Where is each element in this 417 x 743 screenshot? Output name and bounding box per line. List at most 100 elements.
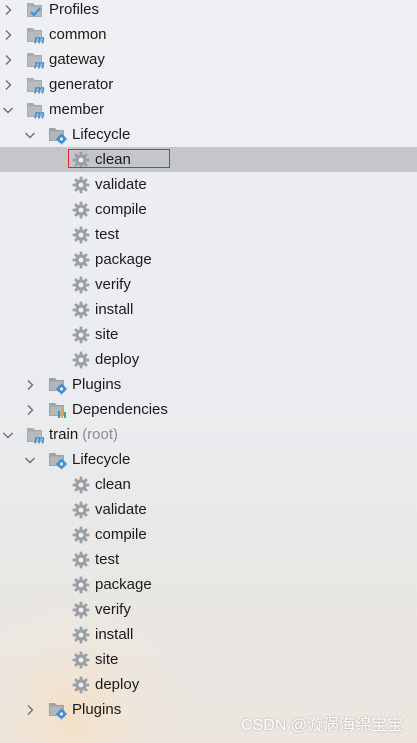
chevron-right-icon[interactable] (24, 378, 36, 390)
folder-gear-icon (48, 375, 68, 395)
maven-module-icon: m (25, 25, 45, 47)
tree-row-folder-gear-5[interactable]: Lifecycle (0, 122, 417, 147)
chevron-right-icon[interactable] (2, 28, 14, 40)
tree-row-label-text: install (95, 626, 134, 643)
tree-row-label: generator (49, 75, 113, 95)
tree-row-label-text: test (95, 226, 120, 243)
tree-row-label-text: train (49, 426, 79, 443)
tree-row-label: Plugins (72, 700, 121, 720)
gear-icon (71, 350, 91, 370)
chevron-right-icon[interactable] (2, 53, 14, 65)
chevron-down-icon[interactable] (2, 103, 14, 115)
tree-row-goal-21[interactable]: compile (0, 522, 417, 547)
tree-row-goal-11[interactable]: verify (0, 272, 417, 297)
chevron-right-icon[interactable] (2, 3, 14, 15)
tree-row-label: clean (95, 475, 131, 495)
tree-row-goal-25[interactable]: install (0, 622, 417, 647)
svg-text:m: m (34, 433, 45, 446)
folder-gear-icon (48, 450, 68, 470)
gear-icon (71, 600, 91, 620)
tree-row-profiles-0[interactable]: Profiles (0, 0, 417, 22)
gear-icon (71, 225, 91, 245)
tree-row-goal-22[interactable]: test (0, 547, 417, 572)
tree-row-label-text: Profiles (49, 1, 100, 18)
tree-row-label: gateway (49, 50, 105, 70)
gear-icon (71, 250, 91, 270)
tree-row-label-text: Dependencies (72, 401, 168, 418)
tree-row-label: compile (95, 200, 147, 220)
tree-row-label: Dependencies (72, 400, 168, 420)
tree-row-goal-10[interactable]: package (0, 247, 417, 272)
tree-row-goal-24[interactable]: verify (0, 597, 417, 622)
tree-row-label-text: common (49, 26, 107, 43)
svg-text:m: m (34, 108, 45, 121)
tree-row-label: package (95, 575, 152, 595)
tree-row-label: verify (95, 600, 131, 620)
tree-row-label: Plugins (72, 375, 121, 395)
tree-row-goal-7[interactable]: validate (0, 172, 417, 197)
chevron-right-icon[interactable] (2, 78, 14, 90)
tree-row-folder-gear-18[interactable]: Lifecycle (0, 447, 417, 472)
tree-row-label: validate (95, 175, 147, 195)
tree-row-label: Profiles (49, 0, 99, 20)
chevron-down-icon[interactable] (2, 428, 14, 440)
tree-row-label: site (95, 325, 118, 345)
tree-row-label-text: verify (95, 601, 131, 618)
maven-profiles-icon (25, 0, 45, 20)
maven-module-icon: m (25, 100, 45, 122)
chevron-right-icon[interactable] (24, 403, 36, 415)
chevron-down-icon[interactable] (24, 128, 36, 140)
svg-text:m: m (34, 33, 45, 46)
tree-row-module-1[interactable]: m common (0, 22, 417, 47)
tree-row-label: deploy (95, 350, 139, 370)
tree-row-label-text: deploy (95, 676, 140, 693)
tree-row-goal-19[interactable]: clean (0, 472, 417, 497)
tree-row-label-text: site (95, 326, 119, 343)
gear-icon (71, 575, 91, 595)
tree-row-goal-12[interactable]: install (0, 297, 417, 322)
tree-row-goal-13[interactable]: site (0, 322, 417, 347)
tree-row-goal-26[interactable]: site (0, 647, 417, 672)
maven-project-tree: Profiles m common m gateway m generator m member… (0, 0, 417, 722)
tree-row-goal-8[interactable]: compile (0, 197, 417, 222)
tree-row-label: compile (95, 525, 147, 545)
tree-row-module-4[interactable]: m member (0, 97, 417, 122)
tree-row-goal-27[interactable]: deploy (0, 672, 417, 697)
tree-row-module-2[interactable]: m gateway (0, 47, 417, 72)
tree-row-label: verify (95, 275, 131, 295)
tree-row-label: Lifecycle (72, 450, 130, 470)
chevron-right-icon[interactable] (24, 703, 36, 715)
tree-row-label: install (95, 625, 133, 645)
tree-row-module-3[interactable]: m generator (0, 72, 417, 97)
tree-row-label-text: package (95, 251, 152, 268)
gear-icon (71, 675, 91, 695)
svg-text:m: m (34, 58, 45, 71)
gear-icon (71, 325, 91, 345)
gear-icon (71, 625, 91, 645)
tree-row-label-text: verify (95, 276, 131, 293)
folder-gear-icon (48, 700, 68, 720)
tree-row-goal-23[interactable]: package (0, 572, 417, 597)
tree-row-goal-6[interactable]: clean (0, 147, 417, 172)
folder-gear-icon (48, 125, 68, 145)
tree-row-label-text: Lifecycle (72, 126, 131, 143)
tree-row-label: train (root) (49, 425, 118, 445)
tree-row-folder-bars-16[interactable]: Dependencies (0, 397, 417, 422)
tree-row-folder-gear-15[interactable]: Plugins (0, 372, 417, 397)
tree-row-goal-20[interactable]: validate (0, 497, 417, 522)
tree-row-label: member (49, 100, 104, 120)
tree-row-module-17[interactable]: m train (root) (0, 422, 417, 447)
gear-icon (71, 500, 91, 520)
tree-row-label: test (95, 225, 119, 245)
maven-module-icon: m (25, 50, 45, 72)
tree-row-label-text: site (95, 651, 119, 668)
tree-row-label: Lifecycle (72, 125, 130, 145)
gear-icon (71, 275, 91, 295)
gear-icon (71, 550, 91, 570)
tree-row-goal-9[interactable]: test (0, 222, 417, 247)
highlight-annotation-box (68, 149, 170, 168)
tree-row-goal-14[interactable]: deploy (0, 347, 417, 372)
chevron-down-icon[interactable] (24, 453, 36, 465)
gear-icon (71, 200, 91, 220)
gear-icon (71, 475, 91, 495)
